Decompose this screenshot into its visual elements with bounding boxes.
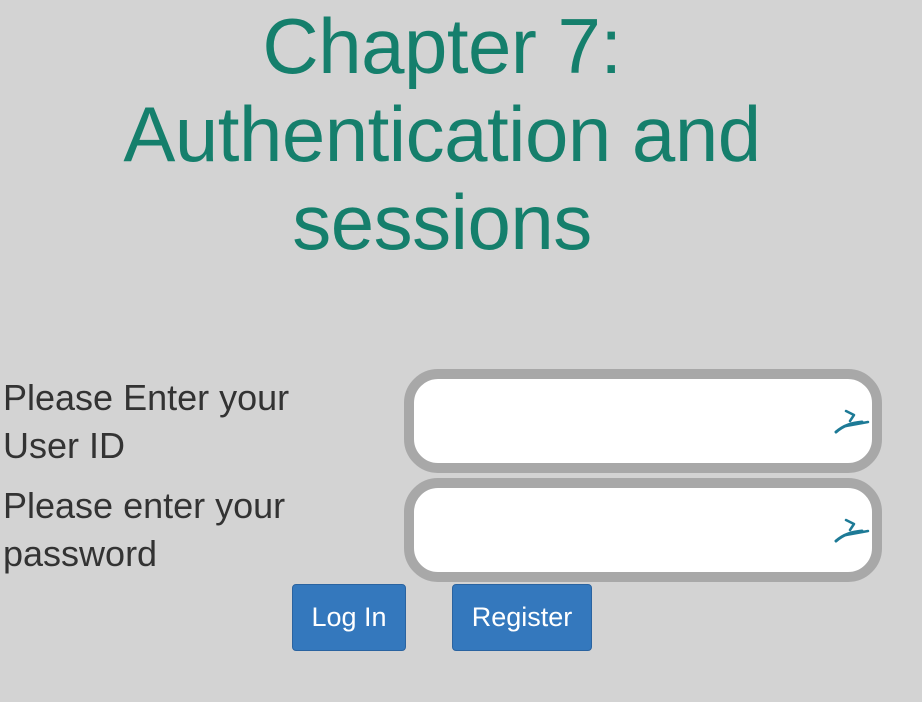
password-input[interactable] — [428, 498, 832, 564]
page-title: Chapter 7: Authentication and sessions — [0, 0, 884, 266]
keychain-autofill-icon[interactable] — [832, 516, 872, 546]
page-title-line-1: Chapter 7: — [262, 2, 622, 90]
user-id-input[interactable] — [428, 389, 832, 455]
password-label: Please enter your password — [3, 485, 286, 574]
page-title-line-2: Authentication and — [123, 90, 761, 178]
user-id-field-wrapper — [404, 369, 882, 473]
user-id-label: Please Enter your User ID — [3, 377, 290, 466]
password-field-wrapper — [404, 478, 882, 582]
page-title-line-3: sessions — [292, 178, 592, 266]
login-button[interactable]: Log In — [292, 584, 406, 651]
register-button[interactable]: Register — [452, 584, 592, 651]
keychain-autofill-icon[interactable] — [832, 407, 872, 437]
